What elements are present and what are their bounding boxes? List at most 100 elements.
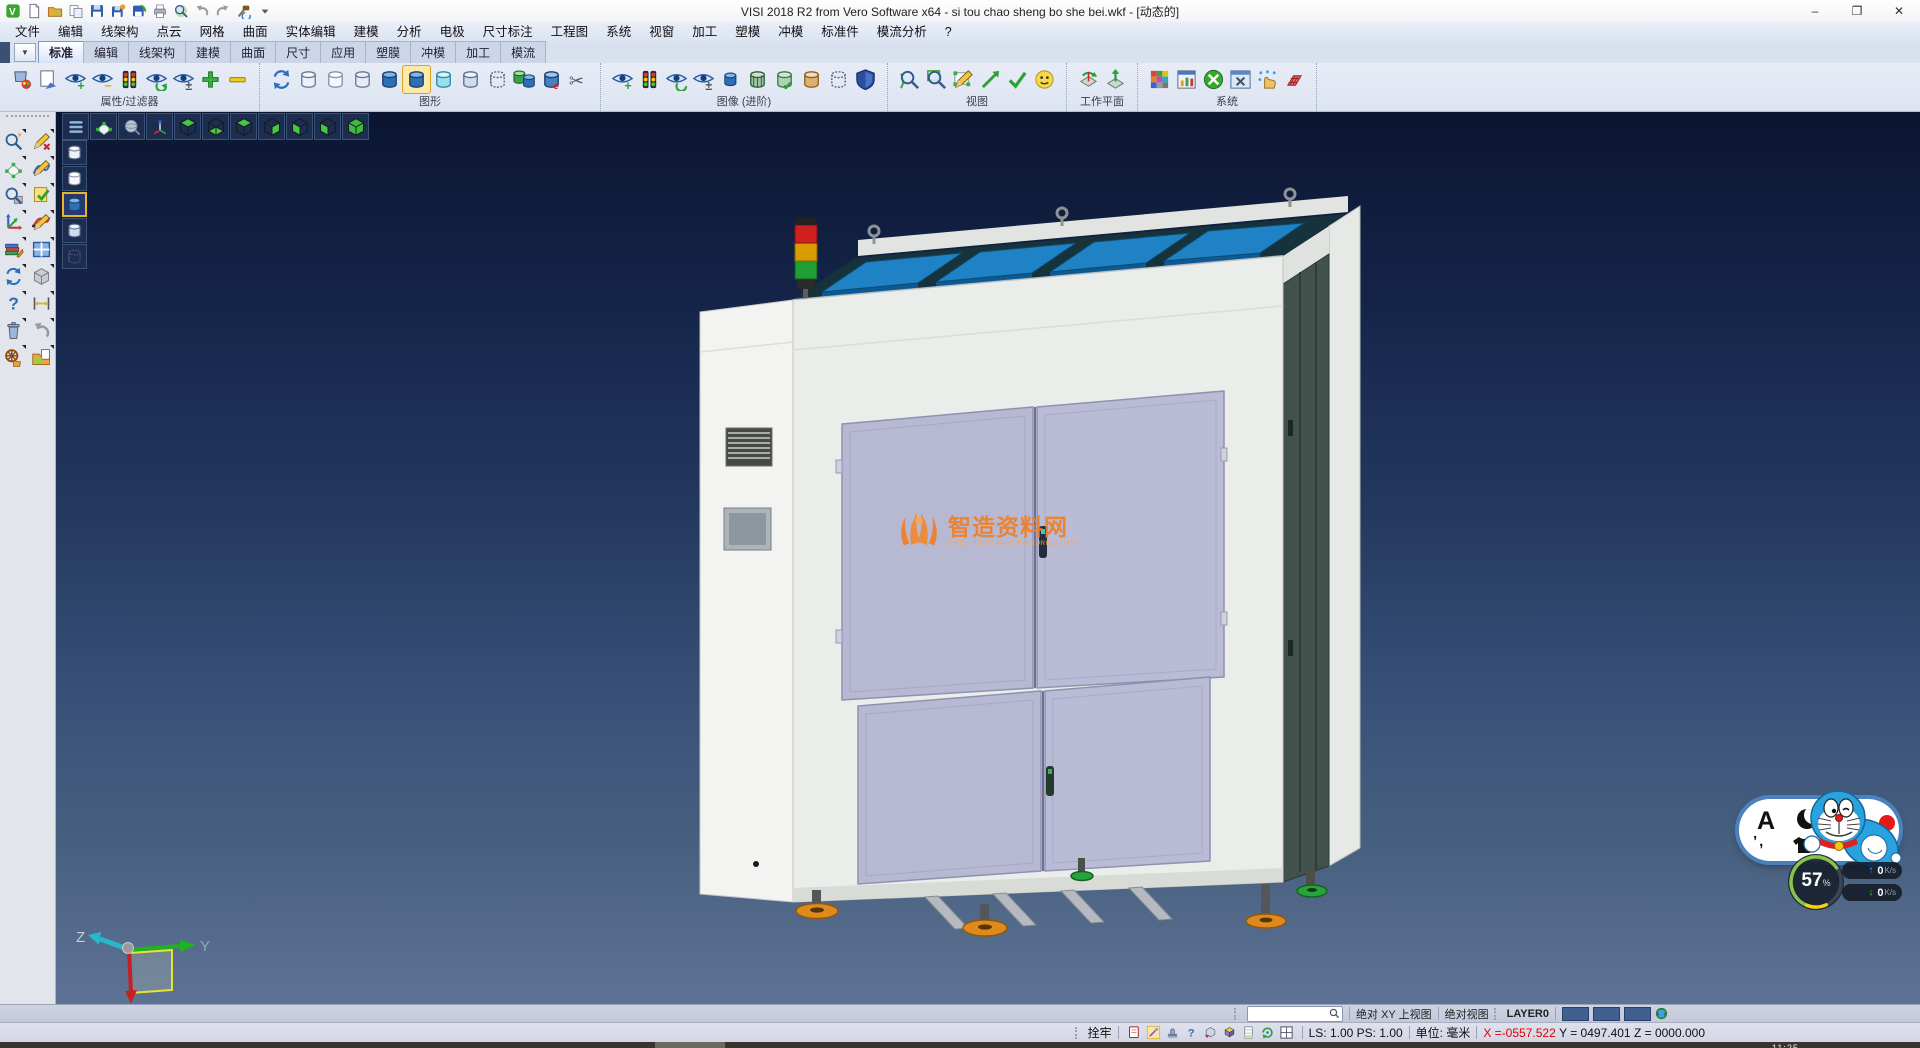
cut-scissors-icon[interactable]: ✂ [565, 66, 592, 93]
view-top-button[interactable] [174, 113, 201, 140]
cyl-ghost-icon[interactable] [295, 66, 322, 93]
toolbar-grip[interactable] [1234, 1008, 1242, 1020]
wand-sel-icon[interactable] [1145, 1025, 1162, 1041]
menu-item-7[interactable]: 建模 [345, 22, 388, 42]
absolute-view-label[interactable]: 绝对视图 [1445, 1006, 1489, 1022]
layer-color-swatch[interactable] [1624, 1007, 1651, 1021]
menu-item-15[interactable]: 塑模 [726, 22, 769, 42]
tab-0[interactable]: 标准 [38, 41, 84, 63]
render-mode-cyl-ghost2-button[interactable] [62, 166, 87, 191]
menu-item-18[interactable]: 模流分析 [868, 22, 936, 42]
check-green-icon[interactable] [1004, 66, 1031, 93]
zoom-solid-icon[interactable] [2, 183, 26, 207]
menu-item-12[interactable]: 系统 [597, 22, 640, 42]
books-brush-icon[interactable] [2, 237, 26, 261]
undo-arrow-icon[interactable] [30, 318, 54, 342]
plane-arrow-icon[interactable] [1102, 66, 1129, 93]
menu-item-3[interactable]: 点云 [148, 22, 191, 42]
check-page-icon[interactable] [30, 183, 54, 207]
render-mode-cyl-blue-button[interactable] [62, 192, 87, 217]
menu-item-0[interactable]: 文件 [6, 22, 49, 42]
help-blue-icon[interactable]: ? [1183, 1025, 1200, 1041]
face-smiley-icon[interactable] [1031, 66, 1058, 93]
layer-color-swatch[interactable] [1562, 1007, 1589, 1021]
list-col-icon[interactable] [1240, 1025, 1257, 1041]
eye-refresh2-icon[interactable] [663, 66, 690, 93]
cpu-gauge-widget[interactable]: 57% [1786, 852, 1846, 912]
close-button[interactable]: ✕ [1878, 0, 1920, 22]
taskbar-button[interactable] [655, 1042, 725, 1048]
view-mode-label[interactable]: 绝对 XY 上视图 [1356, 1006, 1432, 1022]
grid-window-icon[interactable] [1278, 1025, 1295, 1041]
menu-item-1[interactable]: 编辑 [49, 22, 92, 42]
tab-8[interactable]: 冲模 [410, 41, 456, 63]
render-mode-cyl-pale-button[interactable] [62, 218, 87, 243]
window-tools-icon[interactable] [1227, 66, 1254, 93]
menu-item-9[interactable]: 电极 [431, 22, 474, 42]
menu-item-4[interactable]: 网格 [191, 22, 234, 42]
cube-top-sel-icon[interactable] [1221, 1025, 1238, 1041]
triad-axes-icon[interactable] [2, 210, 26, 234]
attr-brush-icon[interactable] [8, 66, 35, 93]
eye-plusminus2-icon[interactable]: ± [690, 66, 717, 93]
menu-item-19[interactable]: ? [936, 22, 961, 42]
view-bottom-button[interactable] [202, 113, 229, 140]
disk-sync-icon[interactable] [130, 2, 148, 20]
cyl-ghost2-icon[interactable] [322, 66, 349, 93]
eye-add-icon[interactable]: + [62, 66, 89, 93]
globe-icon[interactable] [1655, 1007, 1668, 1020]
question-mark-icon[interactable]: ? [2, 291, 26, 315]
plane-swing-icon[interactable] [1075, 66, 1102, 93]
menu-item-6[interactable]: 实体编辑 [277, 22, 345, 42]
cube-gray-icon[interactable] [30, 264, 54, 288]
shield-blue-icon[interactable] [852, 66, 879, 93]
menu-item-8[interactable]: 分析 [388, 22, 431, 42]
tab-1[interactable]: 编辑 [83, 41, 129, 63]
layer-indicator[interactable]: LAYER0 [1507, 1008, 1549, 1020]
maximize-button[interactable]: ❐ [1836, 0, 1878, 22]
folder-open-icon[interactable] [46, 2, 64, 20]
layer-color-swatch[interactable] [1593, 1007, 1620, 1021]
doc-zoom-icon[interactable] [172, 2, 190, 20]
menu-item-5[interactable]: 曲面 [234, 22, 277, 42]
view-front-button[interactable] [314, 113, 341, 140]
cyl-blue-b-icon[interactable]: e [538, 66, 565, 93]
ime-punct-icon[interactable]: ’, [1753, 833, 1765, 850]
doc-red-icon[interactable] [1126, 1025, 1143, 1041]
cyl-ghost3-icon[interactable] [349, 66, 376, 93]
mesh-red-icon[interactable] [1281, 66, 1308, 93]
globe-tools-icon[interactable] [1200, 66, 1227, 93]
folder-doc-icon[interactable] [30, 345, 54, 369]
chart-panel-icon[interactable] [1173, 66, 1200, 93]
eye-refresh-icon[interactable] [143, 66, 170, 93]
tab-5[interactable]: 尺寸 [275, 41, 321, 63]
view-iso-button[interactable] [342, 113, 369, 140]
eye-plusminus-icon[interactable]: ± [170, 66, 197, 93]
redo-gray-icon[interactable] [214, 2, 232, 20]
axis-orient-button[interactable] [146, 113, 173, 140]
logo-visi-icon[interactable]: V [4, 2, 22, 20]
view-back-button[interactable] [230, 113, 257, 140]
cyl-check-icon[interactable]: ✔ [771, 66, 798, 93]
pencil-erase-icon[interactable] [30, 129, 54, 153]
view-left-button[interactable] [286, 113, 313, 140]
cyl-blue-icon[interactable] [376, 66, 403, 93]
tab-10[interactable]: 模流 [500, 41, 546, 63]
snap-cube-icon[interactable] [1202, 1025, 1219, 1041]
disk-save-icon[interactable] [88, 2, 106, 20]
tool-redo-icon[interactable] [235, 2, 253, 20]
tab-3[interactable]: 建模 [185, 41, 231, 63]
menu-item-2[interactable]: 线架构 [92, 22, 148, 42]
cyl-wire2-icon[interactable] [825, 66, 852, 93]
regen-refresh-icon[interactable] [268, 66, 295, 93]
tab-7[interactable]: 塑膜 [365, 41, 411, 63]
menu-item-16[interactable]: 冲模 [769, 22, 812, 42]
palette-grip[interactable] [6, 115, 49, 125]
panes-blue-icon[interactable] [30, 237, 54, 261]
plus-green-icon[interactable] [197, 66, 224, 93]
cyl-blue-sel-icon[interactable] [403, 66, 430, 93]
plane-select-icon[interactable] [2, 156, 26, 180]
measure-span-icon[interactable] [30, 291, 54, 315]
menu-handle-button[interactable] [62, 113, 89, 140]
minimize-button[interactable]: – [1794, 0, 1836, 22]
